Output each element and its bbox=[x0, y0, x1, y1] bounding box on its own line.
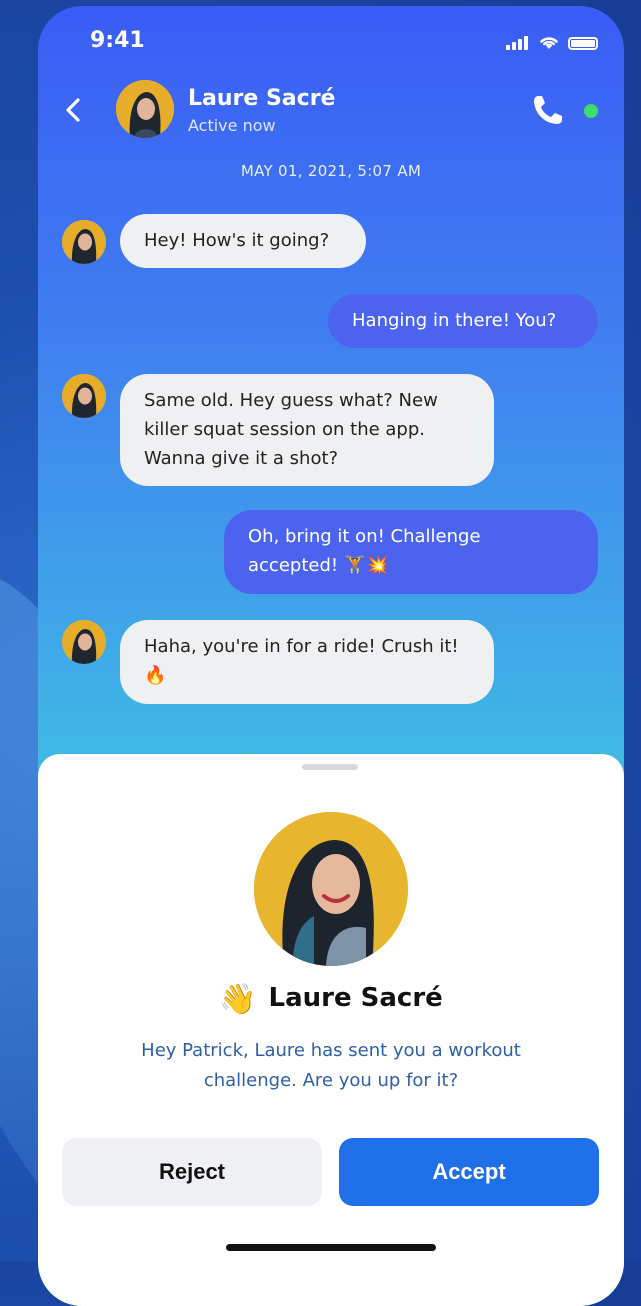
incoming-message: Same old. Hey guess what? New killer squ… bbox=[120, 374, 494, 486]
outgoing-message: Oh, bring it on! Challenge accepted! 🏋️💥 bbox=[224, 510, 598, 594]
battery-icon bbox=[568, 37, 598, 50]
challenger-avatar bbox=[254, 812, 408, 966]
home-indicator[interactable] bbox=[226, 1244, 436, 1251]
date-stamp: MAY 01, 2021, 5:07 AM bbox=[240, 162, 422, 180]
status-time: 9:41 bbox=[90, 28, 145, 53]
online-indicator bbox=[584, 104, 598, 118]
status-bar: 9:41 bbox=[38, 26, 624, 62]
challenge-sheet: 👋 Laure Sacré Hey Patrick, Laure has sent… bbox=[38, 754, 624, 1306]
signal-icon bbox=[506, 36, 530, 50]
accept-button[interactable]: Accept bbox=[339, 1138, 599, 1206]
status-icons bbox=[506, 34, 598, 50]
contact-status: Active now bbox=[188, 116, 276, 135]
phone-call-icon[interactable] bbox=[530, 92, 566, 128]
chat-header: Laure Sacré Active now bbox=[38, 78, 624, 142]
wifi-icon bbox=[540, 37, 558, 49]
reject-button[interactable]: Reject bbox=[62, 1138, 322, 1206]
header-avatar[interactable] bbox=[116, 80, 174, 138]
incoming-message: Hey! How's it going? bbox=[120, 214, 366, 268]
challenger-name-row: 👋 Laure Sacré bbox=[38, 982, 624, 1017]
challenger-name: Laure Sacré bbox=[268, 983, 443, 1013]
message-avatar bbox=[62, 374, 106, 418]
message-avatar bbox=[62, 620, 106, 664]
incoming-message: Haha, you're in for a ride! Crush it! 🔥 bbox=[120, 620, 494, 704]
outgoing-message: Hanging in there! You? bbox=[328, 294, 598, 348]
contact-name: Laure Sacré bbox=[188, 86, 336, 111]
phone-screen: 9:41 Laure Sacré Active now MAY 01, 2021… bbox=[38, 6, 624, 1306]
message-avatar bbox=[62, 220, 106, 264]
challenge-message: Hey Patrick, Laure has sent you a workou… bbox=[141, 1040, 521, 1091]
waving-hand-icon: 👋 bbox=[219, 982, 257, 1017]
sheet-grabber[interactable] bbox=[302, 764, 358, 770]
back-arrow-icon[interactable] bbox=[60, 96, 88, 124]
